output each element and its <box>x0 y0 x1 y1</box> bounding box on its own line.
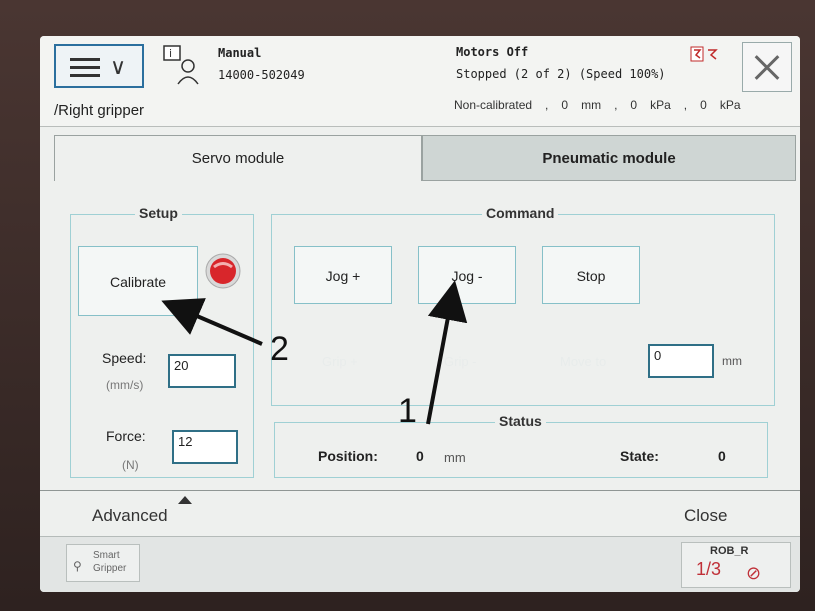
annotation-number-2: 2 <box>270 330 289 368</box>
annotation-number-1: 1 <box>398 392 417 430</box>
arrow-to-calibrate <box>161 298 263 346</box>
annotation-arrows <box>161 280 468 425</box>
arrow-to-jog-minus <box>426 280 468 425</box>
